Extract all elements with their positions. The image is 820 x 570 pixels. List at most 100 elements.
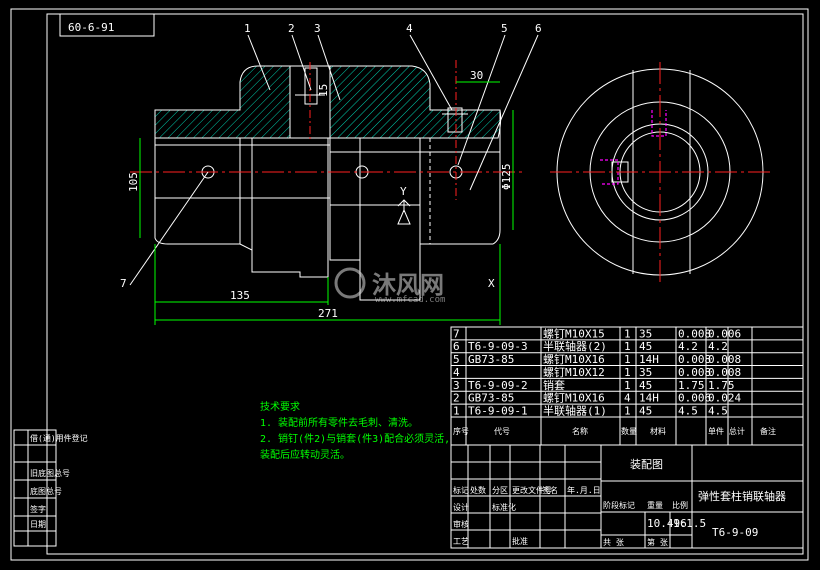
bom-row-1-no: 1 [453,404,460,417]
side-label-3: 签字 [30,504,46,514]
bom-row-5-name: 螺钉M10X16 [543,353,605,366]
bom-row-7-w2: 0.006 [708,327,741,340]
title-label-2: 分区 [492,486,508,495]
bom-row-4-mat: 35 [639,366,652,379]
view-label-y: Y [400,185,407,198]
bom-row-5-w1: 0.008 [678,353,711,366]
dim-125: Φ125 [500,164,513,191]
bom-row-2-no: 2 [453,392,460,405]
balloon-7: 7 [120,277,127,290]
bom-row-6-code: T6-9-09-3 [468,340,528,353]
balloon-leaders: 1 2 3 4 5 6 7 [120,22,542,290]
bom-row-2-code: GB73-85 [468,392,514,405]
balloon-5: 5 [501,22,508,35]
bom-row-6-mat: 45 [639,340,652,353]
bom-row-3-name: 销套 [543,378,565,392]
bom-row-1-mat: 45 [639,404,652,417]
cad-drawing-canvas: 60-6-91 Y X 1 2 3 4 5 6 7 135 271 105 Φ1… [10,8,809,561]
bom-header-qty: 数量 [621,426,637,436]
bom-row-2-name: 螺钉M10X16 [543,392,605,405]
balloon-6: 6 [535,22,542,35]
view-label-x: X [488,277,495,290]
technical-notes: 技术要求 1. 装配前所有零件去毛刺、清洗。 2. 销钉(件2)与销套(件3)配… [260,400,450,461]
bom-row-1-w2: 4.5 [708,404,728,417]
dim-30: 30 [470,69,483,82]
dim-15: 15 [317,84,330,97]
dim-271: 271 [318,307,338,320]
balloon-3: 3 [314,22,321,35]
bom-row-3-mat: 45 [639,379,652,392]
bom-row-6-w1: 4.2 [678,340,698,353]
notes-title: 技术要求 [260,400,300,413]
bom-row-3-w1: 1.75 [678,379,705,392]
note-1: 1. 装配前所有零件去毛刺、清洗。 [260,416,418,429]
title-label-0: 标记 [453,485,469,495]
bom-row-4-w1: 0.008 [678,366,711,379]
bom-row-6-qty: 1 [624,340,631,353]
note-3: 装配后应转动灵活。 [260,448,350,461]
title-label-11: 阶段标记 [603,500,635,510]
bom-row-4-no: 4 [453,366,460,379]
title-label-14: 共 张 [603,538,624,547]
title-label-5: 年.月.日 [567,485,601,495]
side-label-0: 借(通)用件登记 [30,433,88,443]
bom-row-5-mat: 14H [639,353,659,366]
bom-row-3-no: 3 [453,379,460,392]
bom-row-4-name: 螺钉M10X12 [543,366,605,379]
bom-row-5-w2: 0.008 [708,353,741,366]
bom-row-5-code: GB73-85 [468,353,514,366]
balloon-4: 4 [406,22,413,35]
pin-screw [304,67,318,105]
bom-header-remark: 备注 [760,426,776,436]
side-label-4: 日期 [30,520,46,529]
bom-header-name: 名称 [572,426,588,436]
part-name: 弹性套柱销联轴器 [698,489,786,503]
title-label-7: 标准化 [492,502,516,512]
bom-row-1-code: T6-9-09-1 [468,404,528,417]
bom-row-3-qty: 1 [624,379,631,392]
drawing-name: 装配图 [630,458,663,471]
bom-header-no: 序号 [453,426,469,436]
bom-row-2-qty: 4 [624,392,631,405]
bom-row-5-qty: 1 [624,353,631,366]
title-label-10: 批准 [512,536,528,546]
title-label-12: 重量 [647,500,663,510]
bom-header-code: 代号 [494,426,510,436]
side-block: 借(通)用件登记 旧底图总号 底图总号 签字 日期 [13,429,88,547]
dim-105: 105 [127,172,140,192]
side-label-1: 旧底图总号 [30,468,70,478]
watermark-url: www.mfcad.com [375,295,445,305]
dim-135: 135 [230,289,250,302]
side-view [550,62,770,282]
title-label-1: 处数 [470,485,486,495]
dimensions: 135 271 105 Φ125 30 15 [127,69,514,325]
title-label-6: 设计 [453,502,469,512]
bom-row-7-mat: 35 [639,327,652,340]
bom-row-4-qty: 1 [624,366,631,379]
side-label-2: 底图总号 [30,486,62,496]
bom-row-6-name: 半联轴器(2) [543,339,607,353]
bom-row-5-no: 5 [453,353,460,366]
bom-table: 7 螺钉M10X15 1 35 0.0080.0066 T6-9-09-3 半联轴器(2) 1… [450,326,804,446]
bom-row-4-w2: 0.008 [708,366,741,379]
bom-row-1-w1: 4.5 [678,404,698,417]
bom-row-2-mat: 14H [639,392,659,405]
title-label-13: 比例 [672,500,688,510]
balloon-2: 2 [288,22,295,35]
bom-row-7-w1: 0.008 [678,327,711,340]
bom-row-6-no: 6 [453,340,460,353]
bom-row-7-name: 螺钉M10X15 [543,327,605,340]
title-number: 60-6-91 [68,21,114,34]
bom-row-2-w1: 0.006 [678,392,711,405]
bom-header-w: 单件 总计 [708,426,745,436]
title-label-9: 工艺 [453,537,469,546]
title-label-8: 审核 [453,519,469,529]
bom-header-mat: 材料 [650,426,666,436]
hatch-part1 [154,65,291,139]
bom-row-3-w2: 1.75 [708,379,735,392]
title-label-15: 第 张 [647,537,668,547]
bom-row-7-no: 7 [453,327,460,340]
bom-row-6-w2: 4.2 [708,340,728,353]
bom-row-7-qty: 1 [624,327,631,340]
bom-row-1-name: 半联轴器(1) [543,403,607,417]
